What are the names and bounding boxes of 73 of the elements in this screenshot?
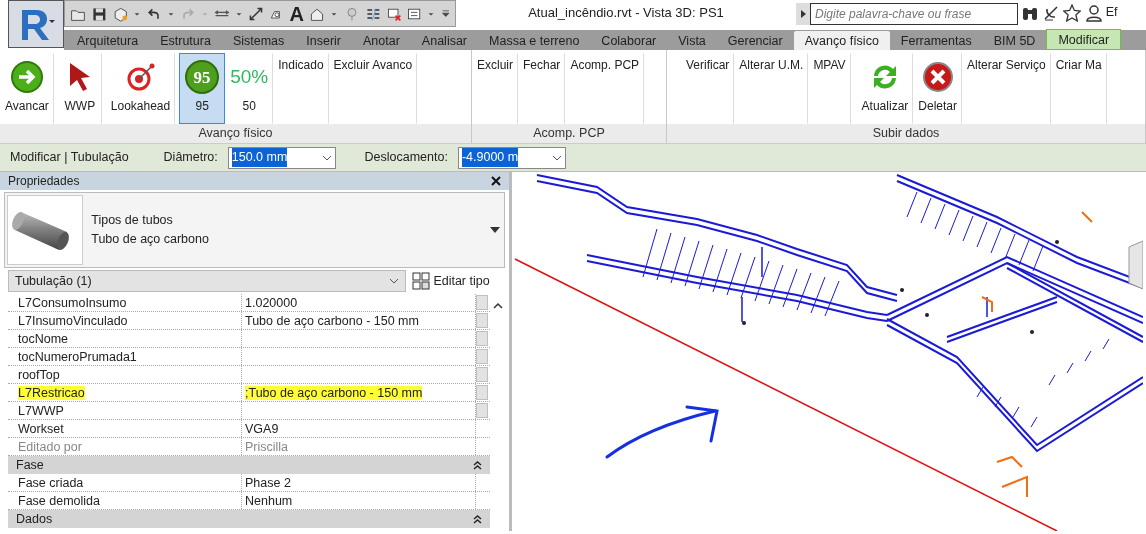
delete-icon [920,60,955,94]
group-header[interactable]: Dados [8,510,490,528]
window-title: Atual_incêndio.rvt - Vista 3D: PS1 [527,4,725,23]
close-icon[interactable] [491,176,501,186]
panel-title: Avanço físico [0,124,471,143]
ribbon-tab[interactable]: Analisar [410,31,479,50]
user-icon[interactable] [1084,3,1103,22]
chevron-down-icon [321,153,332,162]
ribbon-button[interactable]: 95 95 [179,53,226,124]
dropdown-field[interactable]: -4.9000 m [457,146,566,169]
field-label: Deslocamento: [364,149,448,167]
property-value[interactable]: ;Tubo de aço carbono - 150 mm [245,386,423,400]
panel-title: Propriedades [8,173,80,190]
type-selector[interactable]: Tipos de tubos Tubo de aço carbono [4,192,505,268]
expand-search-icon[interactable] [796,3,810,26]
context-label: Modificar | Tubulação [10,149,129,167]
property-name: L7Restricao [18,386,85,400]
ribbon-tab[interactable]: Colaborar [590,31,668,50]
chevron-down-icon [389,277,399,285]
ribbon-tab[interactable]: Vista [667,31,717,50]
property-name: roofTop [18,368,60,382]
property-name: L7InsumoVinculado [18,314,128,328]
ribbon-button[interactable]: Avancar [0,53,54,124]
ribbon-tab[interactable]: Sistemas [221,31,296,50]
type-name: Tubo de aço carbono [91,231,210,248]
property-name: Workset [18,422,64,436]
panel-title: Acomp. PCP [472,124,666,143]
ribbon-tab[interactable]: Gerenciar [716,31,794,50]
ribbon-tab[interactable]: Anotar [352,31,411,50]
ribbon-tab[interactable]: Estrutura [149,31,222,50]
collapse-icon[interactable] [473,460,482,470]
dropdown-field[interactable]: 150.0 mm [227,146,336,169]
group-header[interactable]: Fase [8,456,490,474]
property-value[interactable]: VGA9 [245,422,279,436]
property-value: Priscilla [245,440,289,454]
property-name: L7WWP [18,404,64,418]
edit-type-button[interactable]: Editar tipo [412,271,490,291]
filter-dropdown[interactable]: Tubulação (1) [8,270,406,292]
ribbon-tab[interactable]: Arquitetura [66,31,150,50]
type-family: Tipos de tubos [91,212,174,230]
ribbon-tab[interactable]: Modificar [1046,29,1122,50]
text-tool-button[interactable]: A [289,3,304,24]
panel-title: Subir dados [667,124,1145,143]
percent-icon: 50% [230,60,269,94]
ribbon-button[interactable]: Deletar [913,53,962,124]
percent-badge-icon: 95 [184,60,221,94]
star-icon[interactable] [1063,3,1082,22]
property-name: Fase demolida [18,494,100,508]
ribbon-tab[interactable]: Inserir [295,31,352,50]
ribbon-tab[interactable]: BIM 5D [982,31,1047,50]
search-field[interactable]: Digite palavra-chave ou frase [810,3,1018,26]
property-name: tocNome [18,332,69,346]
chevron-down-icon [551,153,562,162]
satellite-icon[interactable] [1042,3,1061,22]
property-value[interactable]: Tubo de aço carbono - 150 mm [245,314,419,328]
user-name[interactable]: Ef [1105,3,1118,22]
ribbon-tab[interactable]: Avanço físico [793,31,890,50]
property-value[interactable]: Nenhum [245,494,293,508]
collapse-icon[interactable] [473,514,482,524]
grid-icon [412,272,431,290]
field-label: Diâmetro: [163,149,218,167]
ribbon-tab[interactable]: Massa e terreno [478,31,591,50]
property-name: L7ConsumoInsumo [18,296,127,310]
ribbon-tab[interactable]: Ferramentas [889,31,983,50]
property-name: Fase criada [18,476,84,490]
property-name: Editado por [18,440,82,454]
caret-down-icon [490,227,500,233]
property-name: tocNumeroPrumada1 [18,350,137,364]
arrow-right-icon [9,60,44,94]
view-cube-icon[interactable] [1128,240,1143,290]
application-menu-button[interactable] [8,0,64,48]
property-value[interactable]: 1.020000 [245,296,298,310]
property-value[interactable]: Phase 2 [245,476,291,490]
